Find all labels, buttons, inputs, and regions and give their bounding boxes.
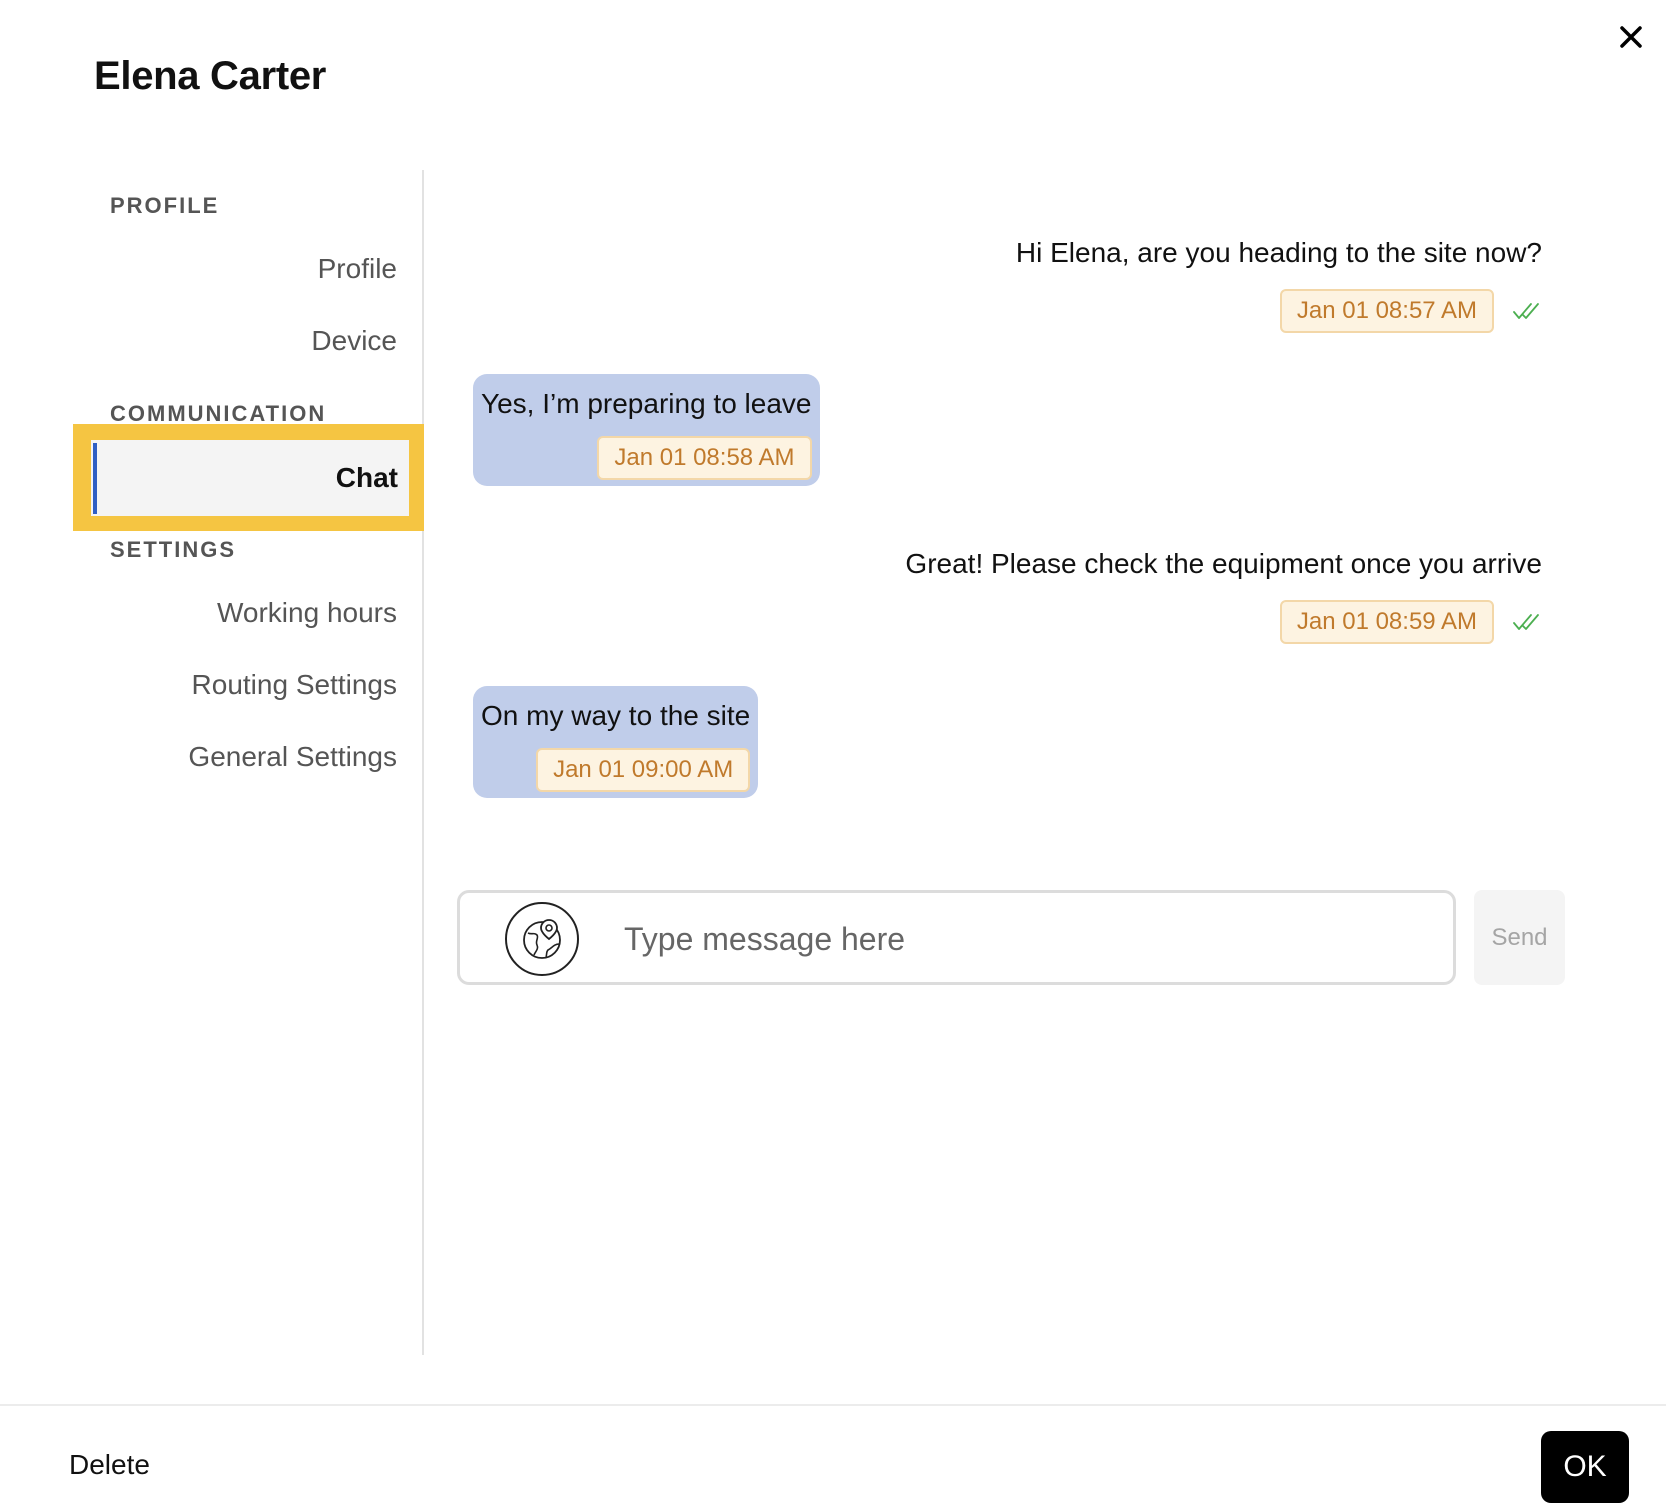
share-location-button[interactable]	[505, 902, 579, 976]
sidebar-item-device[interactable]: Device	[311, 325, 397, 357]
close-icon	[1620, 26, 1642, 48]
sidebar-item-working-hours[interactable]: Working hours	[217, 597, 397, 629]
close-button[interactable]	[1614, 20, 1648, 54]
chat-message-outgoing: Great! Please check the equipment once y…	[905, 548, 1542, 644]
sidebar-item-general-settings[interactable]: General Settings	[188, 741, 397, 773]
message-text: Hi Elena, are you heading to the site no…	[1015, 237, 1542, 268]
chat-message-incoming: On my way to the site Jan 01 09:00 AM	[473, 686, 759, 798]
message-composer	[457, 890, 1456, 985]
message-timestamp: Jan 01 09:00 AM	[536, 748, 751, 792]
send-button[interactable]: Send	[1474, 890, 1565, 985]
sidebar-section-profile: PROFILE	[110, 193, 220, 218]
message-text: Yes, I’m preparing to leave	[481, 388, 812, 419]
delete-button[interactable]: Delete	[69, 1449, 150, 1481]
message-timestamp: Jan 01 08:57 AM	[1279, 289, 1494, 333]
dialog-footer: Delete OK	[0, 1404, 1666, 1510]
chat-message-incoming: Yes, I’m preparing to leave Jan 01 08:58…	[473, 374, 820, 486]
double-check-icon	[1513, 614, 1539, 630]
globe-location-icon	[523, 919, 561, 959]
sidebar-item-chat[interactable]: Chat	[73, 424, 424, 531]
sidebar-item-routing-settings[interactable]: Routing Settings	[192, 669, 397, 701]
sidebar-section-settings: SETTINGS	[110, 537, 237, 562]
dialog-title: Elena Carter	[94, 54, 327, 98]
ok-button[interactable]: OK	[1541, 1431, 1629, 1503]
double-check-icon	[1513, 303, 1539, 319]
message-timestamp: Jan 01 08:59 AM	[1279, 600, 1494, 644]
message-text: Great! Please check the equipment once y…	[905, 548, 1542, 579]
sidebar-item-chat-label: Chat	[335, 462, 398, 493]
message-input[interactable]	[622, 908, 1426, 970]
sidebar-item-profile[interactable]: Profile	[318, 253, 397, 285]
active-indicator	[93, 443, 97, 514]
message-timestamp: Jan 01 08:58 AM	[597, 436, 812, 480]
chat-message-outgoing: Hi Elena, are you heading to the site no…	[1016, 237, 1542, 333]
message-text: On my way to the site	[481, 700, 751, 731]
